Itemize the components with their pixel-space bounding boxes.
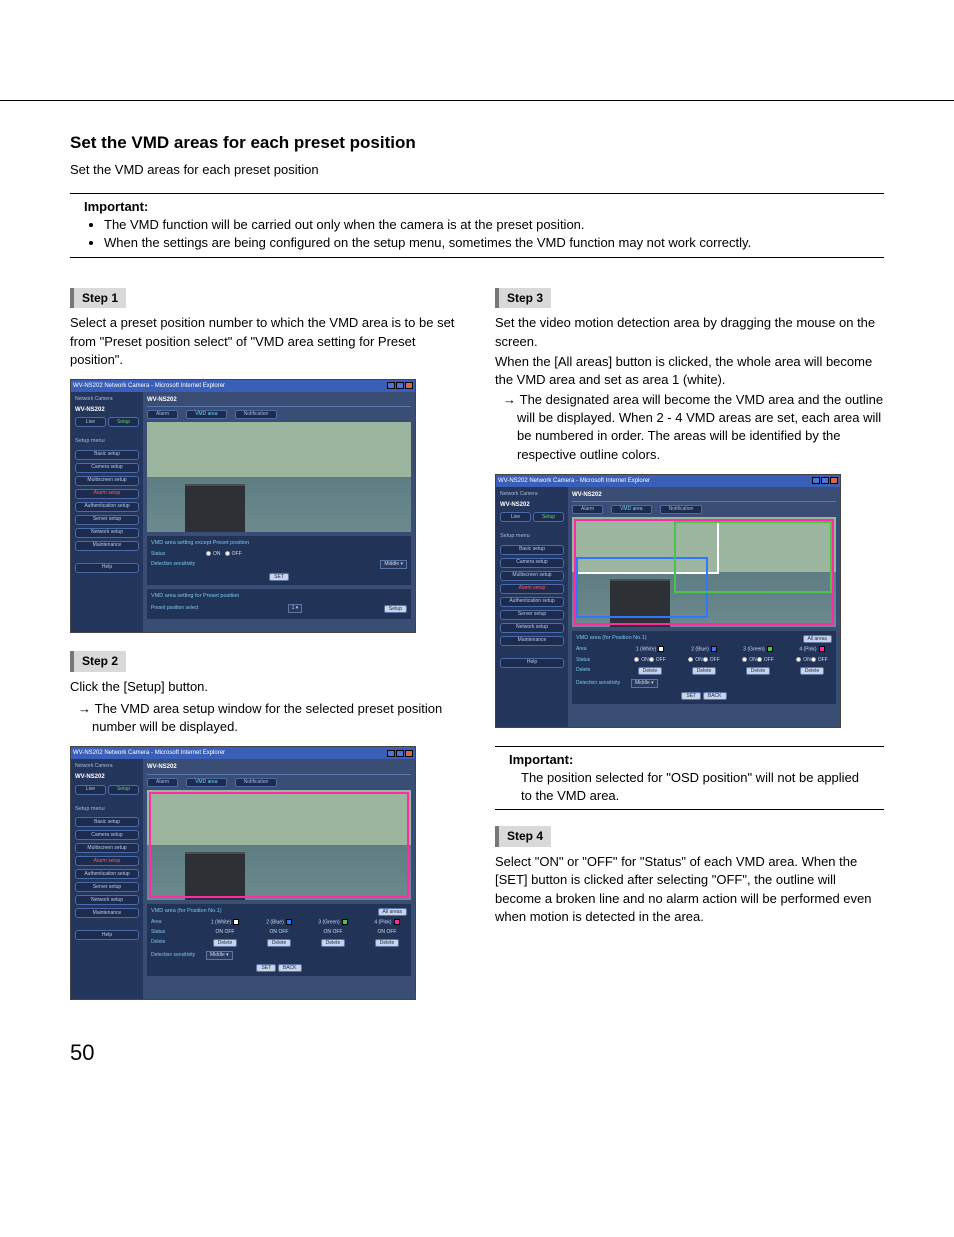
preset-select[interactable]: 1 ▾	[288, 604, 303, 613]
set-button[interactable]: SET	[681, 692, 701, 700]
step-3-text2: When the [All areas] button is clicked, …	[495, 353, 884, 389]
setup-button[interactable]: Setup	[384, 605, 407, 613]
back-button[interactable]: BACK	[278, 964, 302, 972]
important-label: Important:	[70, 198, 884, 216]
sidebar-auth[interactable]: Authentication setup	[75, 502, 139, 512]
tab-alarm[interactable]: Alarm	[147, 410, 178, 419]
screenshot-step3: WV-NS202 Network Camera - Microsoft Inte…	[495, 474, 841, 728]
sensitivity-select[interactable]: Middle ▾	[380, 560, 407, 569]
step-4-badge: Step 4	[495, 826, 551, 847]
live-tab[interactable]: Live	[75, 417, 106, 427]
important-item: The VMD function will be carried out onl…	[104, 216, 884, 234]
important-2-text: The position selected for "OSD position"…	[509, 769, 870, 805]
step-2-badge: Step 2	[70, 651, 126, 672]
sidebar-camera[interactable]: Camera setup	[75, 463, 139, 473]
window-controls	[387, 382, 413, 389]
radio-on[interactable]	[206, 551, 211, 556]
video-preview[interactable]	[147, 422, 411, 532]
tab-vmd[interactable]: VMD area	[186, 410, 227, 419]
step-1-badge: Step 1	[70, 288, 126, 309]
vmd-area-4-pink	[574, 519, 834, 625]
delete-button[interactable]: Delete	[638, 667, 662, 675]
delete-button[interactable]: Delete	[213, 939, 237, 947]
set-button[interactable]: SET	[256, 964, 276, 972]
screenshot-step1: WV-NS202 Network Camera - Microsoft Inte…	[70, 379, 416, 633]
sidebar-network[interactable]: Network setup	[75, 528, 139, 538]
step-1-text: Select a preset position number to which…	[70, 314, 459, 369]
right-column: Step 3 Set the video motion detection ar…	[495, 288, 884, 1019]
all-areas-button[interactable]: All areas	[803, 635, 832, 643]
step-3-arrow: The designated area will become the VMD …	[495, 391, 884, 464]
step-3-badge: Step 3	[495, 288, 551, 309]
video-preview[interactable]	[572, 517, 836, 627]
all-areas-button[interactable]: All areas	[378, 908, 407, 916]
sidebar-help[interactable]: Help	[75, 563, 139, 573]
important-block: Important: The VMD function will be carr…	[70, 193, 884, 258]
delete-button[interactable]: Delete	[375, 939, 399, 947]
screenshot-step2: WV-NS202 Network Camera - Microsoft Inte…	[70, 746, 416, 1000]
top-rule	[0, 100, 954, 101]
delete-button[interactable]: Delete	[800, 667, 824, 675]
page-number: 50	[70, 1038, 884, 1069]
radio-off[interactable]	[225, 551, 230, 556]
sidebar-basic[interactable]: Basic setup	[75, 450, 139, 460]
tab-notification[interactable]: Notification	[235, 410, 278, 419]
setup-tab[interactable]: Setup	[108, 417, 139, 427]
back-button[interactable]: BACK	[703, 692, 727, 700]
step-4-text: Select "ON" or "OFF" for "Status" of eac…	[495, 853, 884, 926]
sidebar-server[interactable]: Server setup	[75, 515, 139, 525]
page-subtitle: Set the VMD areas for each preset positi…	[70, 161, 884, 179]
delete-button[interactable]: Delete	[746, 667, 770, 675]
important-block-2: Important: The position selected for "OS…	[495, 746, 884, 811]
page-title: Set the VMD areas for each preset positi…	[70, 131, 884, 155]
left-column: Step 1 Select a preset position number t…	[70, 288, 459, 1019]
step-2-text: Click the [Setup] button.	[70, 678, 459, 696]
important-item: When the settings are being configured o…	[104, 234, 884, 252]
step-2-arrow: The VMD area setup window for the select…	[70, 700, 459, 736]
delete-button[interactable]: Delete	[692, 667, 716, 675]
sidebar-maintenance[interactable]: Maintenance	[75, 541, 139, 551]
video-preview[interactable]	[147, 790, 411, 900]
set-button[interactable]: SET	[269, 573, 289, 581]
divider	[70, 257, 884, 258]
sidebar-alarm[interactable]: Alarm setup	[75, 489, 139, 499]
delete-button[interactable]: Delete	[267, 939, 291, 947]
sidebar-multiscreen[interactable]: Multiscreen setup	[75, 476, 139, 486]
divider	[70, 193, 884, 194]
delete-button[interactable]: Delete	[321, 939, 345, 947]
important-label: Important:	[509, 751, 870, 769]
step-3-text1: Set the video motion detection area by d…	[495, 314, 884, 350]
window-title: WV-NS202 Network Camera - Microsoft Inte…	[73, 382, 225, 390]
vmd-outline	[149, 792, 409, 898]
